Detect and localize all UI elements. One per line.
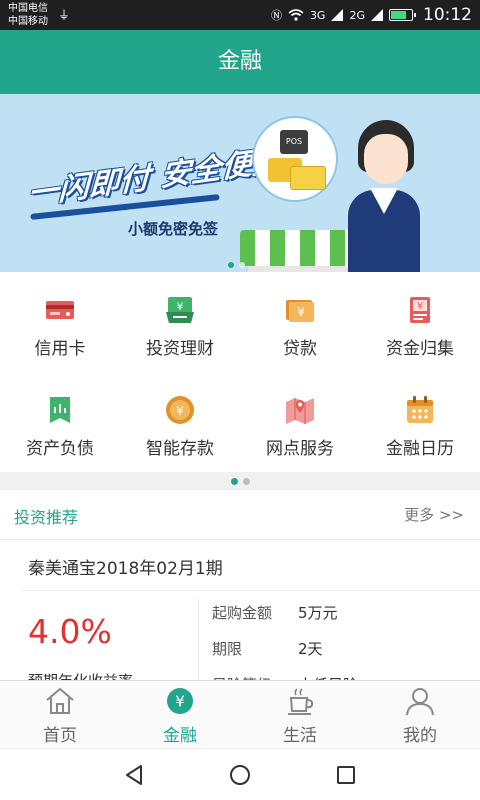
network-3g-label: 3G: [309, 8, 326, 22]
status-bar: 中国电信 中国移动 ⏚ Ⓝ 3G 2G 10:12: [0, 0, 480, 30]
clock: 10:12: [423, 5, 472, 25]
grid-item-smart-deposit[interactable]: ¥ 智能存款: [120, 372, 240, 472]
pos-text: POS: [285, 137, 303, 146]
tab-label: 生活: [283, 726, 317, 746]
detail-value: 2天: [298, 640, 323, 658]
grid-item-investment[interactable]: ¥ 投资理财: [120, 272, 240, 372]
grid-label: 智能存款: [146, 439, 214, 459]
coffee-cup-icon: [288, 688, 314, 715]
grid-item-credit-card[interactable]: 信用卡: [0, 272, 120, 372]
grid-item-fund-collect[interactable]: ¥ 资金归集: [360, 272, 480, 372]
home-icon: [46, 687, 74, 714]
banner-subtitle: 小额免密免签: [128, 220, 219, 238]
page-header: 金融: [0, 30, 480, 94]
tab-label: 首页: [43, 726, 77, 746]
credit-card-icon: [46, 301, 74, 319]
assets-icon: [50, 397, 70, 423]
bank-card-icon-2: [290, 166, 326, 190]
signal-icon-2: [371, 9, 383, 21]
expected-rate: 4.0%: [28, 612, 112, 651]
grid-label: 网点服务: [266, 439, 334, 459]
network-2g-label: 2G: [349, 8, 365, 22]
grid-label: 金融日历: [386, 439, 454, 459]
signal-icon: [331, 9, 344, 21]
pos-terminal-icon: POS: [280, 130, 308, 154]
svg-text:¥: ¥: [175, 693, 185, 711]
investment-icon: ¥: [166, 297, 194, 323]
detail-value: 5万元: [298, 604, 338, 622]
recommend-header: 投资推荐 更多 >>: [0, 490, 480, 540]
battery-icon: [389, 9, 416, 21]
grid-label: 资金归集: [386, 339, 454, 359]
grid-label: 投资理财: [146, 339, 214, 359]
grid-item-branch-service[interactable]: 网点服务: [240, 372, 360, 472]
clerk-face: [364, 134, 408, 184]
tab-home[interactable]: 首页: [0, 681, 120, 748]
more-link[interactable]: 更多 >>: [404, 504, 464, 525]
system-nav-bar: [0, 748, 480, 800]
recent-apps-icon[interactable]: [334, 763, 358, 787]
tab-life[interactable]: 生活: [240, 681, 360, 748]
grid-label: 贷款: [283, 339, 317, 359]
grid-item-assets[interactable]: 资产负债: [0, 372, 120, 472]
grid-item-loan[interactable]: ¥ 贷款: [240, 272, 360, 372]
user-icon: [406, 688, 434, 716]
product-detail-row: 期限 2天: [212, 638, 323, 659]
wifi-icon: [288, 9, 304, 21]
carrier-1: 中国电信: [8, 3, 48, 14]
detail-key: 起购金额: [212, 604, 273, 622]
usb-icon: ⏚: [58, 8, 71, 22]
product-detail-row: 起购金额 5万元: [212, 602, 338, 623]
smart-deposit-icon: ¥: [166, 396, 194, 424]
grid-page-dot[interactable]: [242, 477, 250, 485]
tab-finance[interactable]: ¥ 金融: [120, 681, 240, 748]
svg-text:¥: ¥: [297, 305, 305, 319]
product-name: 秦美通宝2018年02月1期: [28, 559, 223, 579]
promo-banner[interactable]: 一闪即付 安全便捷 POS: [0, 94, 480, 272]
svg-text:¥: ¥: [417, 301, 423, 312]
fund-collect-icon: ¥: [410, 297, 430, 323]
divider: [22, 590, 480, 591]
calendar-icon: [407, 396, 433, 423]
tab-label: 我的: [403, 726, 437, 746]
back-icon[interactable]: [122, 763, 146, 787]
carrier-info: 中国电信 中国移动: [8, 2, 48, 28]
loan-icon: ¥: [286, 300, 314, 322]
recommend-title: 投资推荐: [14, 508, 79, 527]
page-title: 金融: [217, 49, 262, 74]
branch-map-icon: [286, 398, 314, 424]
grid-label: 信用卡: [34, 339, 86, 359]
grid-page-dot-active[interactable]: [230, 477, 238, 485]
nfc-icon: Ⓝ: [270, 9, 282, 22]
yuan-coin-icon: ¥: [167, 688, 193, 714]
banner-pagination: [228, 262, 245, 268]
grid-item-calendar[interactable]: 金融日历: [360, 372, 480, 472]
banner-dot-active: [228, 262, 234, 268]
home-circle-icon[interactable]: [228, 763, 252, 787]
bottom-tab-bar: 首页 ¥ 金融 生活 我的: [0, 680, 480, 748]
tab-mine[interactable]: 我的: [360, 681, 480, 748]
svg-text:¥: ¥: [177, 300, 184, 313]
function-grid: 信用卡 ¥ 投资理财 ¥ 贷款 ¥ 资金归集 资产负债 ¥ 智能存款 网点服务 …: [0, 272, 480, 472]
grid-label: 资产负债: [26, 439, 94, 459]
grid-pagination: [0, 472, 480, 490]
status-icons: Ⓝ 3G 2G 10:12: [271, 5, 472, 25]
detail-key: 期限: [212, 640, 243, 658]
banner-dot: [239, 262, 245, 268]
vertical-divider: [198, 598, 199, 688]
tab-label: 金融: [163, 726, 197, 746]
carrier-2: 中国移动: [8, 16, 48, 27]
svg-text:¥: ¥: [176, 404, 184, 418]
